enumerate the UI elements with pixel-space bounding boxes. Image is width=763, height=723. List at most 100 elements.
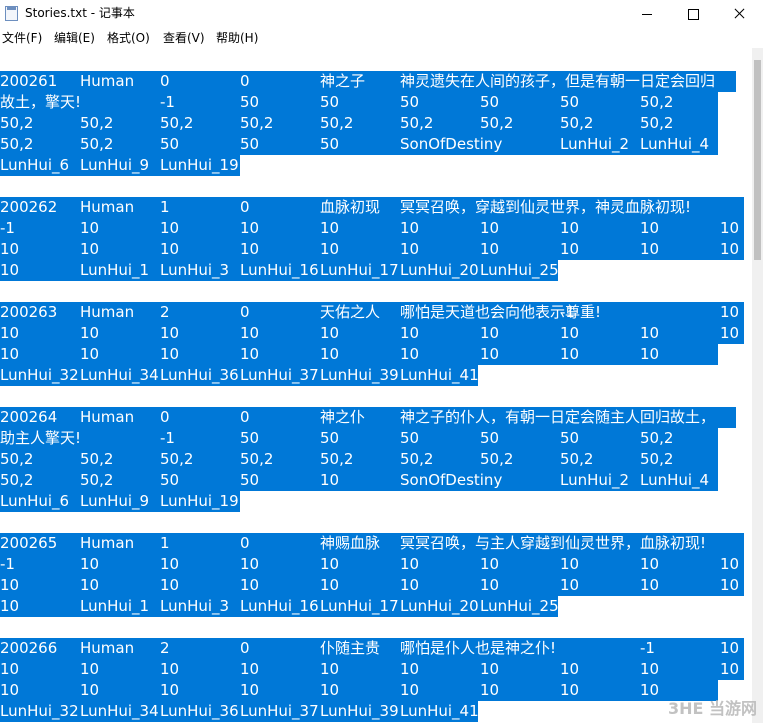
text-cell: 0 — [240, 639, 250, 657]
text-cell: 200261 — [0, 72, 58, 90]
text-cell: LunHui_32 — [0, 702, 79, 720]
text-cell: 10 — [80, 219, 100, 237]
text-cell: 10 — [480, 681, 500, 699]
title-bar[interactable]: Stories.txt - 记事本 — [0, 0, 763, 28]
text-cell: 10 — [400, 660, 420, 678]
text-cell: 50 — [400, 429, 420, 447]
text-cell: 10 — [320, 324, 340, 342]
text-cell: 哪怕是仆人也是神之仆! — [400, 639, 557, 657]
menu-format[interactable]: 格式(O) — [107, 31, 150, 45]
text-cell: 50 — [480, 429, 500, 447]
text-cell: 10 — [240, 576, 260, 594]
text-cell: LunHui_16 — [240, 261, 319, 279]
text-cell: 10 — [400, 345, 420, 363]
text-cell: 10 — [720, 219, 740, 237]
text-cell: 10 — [480, 576, 500, 594]
notepad-icon — [5, 6, 18, 21]
selected-line — [0, 344, 718, 365]
text-cell: 10 — [480, 240, 500, 258]
text-cell: 50,2 — [0, 135, 34, 153]
text-cell: 10 — [80, 681, 100, 699]
text-cell: -1 — [160, 93, 175, 111]
text-cell: Human — [80, 303, 135, 321]
text-cell: LunHui_20 — [400, 597, 479, 615]
text-cell: 10 — [640, 681, 660, 699]
text-cell: 10 — [0, 660, 20, 678]
text-cell: LunHui_20 — [400, 261, 479, 279]
vertical-scrollbar[interactable] — [752, 48, 763, 723]
text-cell: 50,2 — [560, 450, 594, 468]
text-cell: 1 — [160, 534, 170, 552]
close-button[interactable] — [716, 0, 762, 28]
text-cell: 10 — [240, 555, 260, 573]
text-cell: 10 — [480, 345, 500, 363]
text-cell: 0 — [160, 408, 170, 426]
text-editor[interactable]: 200261 Human 0 0 神之子 神灵遗失在人间的孩子，但是有朝一日定会回归 故土，… — [0, 48, 752, 723]
text-cell: 10 — [240, 219, 260, 237]
menu-edit[interactable]: 编辑(E) — [54, 31, 95, 45]
text-cell: 10 — [0, 681, 20, 699]
text-cell: 10 — [560, 576, 580, 594]
text-cell: Human — [80, 72, 135, 90]
text-cell: 10 — [0, 345, 20, 363]
watermark: 3HE 当游网 — [667, 699, 757, 718]
text-cell: LunHui_19 — [160, 156, 239, 174]
selected-line — [0, 239, 744, 260]
text-cell: 50 — [320, 93, 340, 111]
text-cell: 10 — [720, 576, 740, 594]
text-cell: LunHui_1 — [80, 597, 150, 615]
text-cell: 200265 — [0, 534, 58, 552]
menu-bar: 文件(F) 编辑(E) 格式(O) 查看(V) 帮助(H) — [0, 28, 763, 48]
scrollbar-thumb[interactable] — [754, 60, 761, 260]
text-cell: 10 — [720, 639, 740, 657]
selected-line — [0, 554, 744, 575]
text-cell: LunHui_25 — [480, 597, 559, 615]
text-cell: LunHui_39 — [320, 702, 399, 720]
text-cell: 10 — [80, 660, 100, 678]
text-cell: 50 — [560, 93, 580, 111]
minimize-button[interactable] — [624, 0, 670, 28]
text-cell: 0 — [240, 72, 250, 90]
text-cell: 10 — [320, 660, 340, 678]
text-cell: 50 — [480, 93, 500, 111]
menu-help[interactable]: 帮助(H) — [216, 31, 258, 45]
text-cell: LunHui_6 — [0, 156, 70, 174]
text-cell: 0 — [240, 408, 250, 426]
text-cell: -1 — [0, 555, 15, 573]
text-cell: 10 — [160, 324, 180, 342]
text-cell: 50 — [160, 135, 180, 153]
text-cell: 2 — [160, 639, 170, 657]
text-cell: 10 — [320, 576, 340, 594]
menu-file[interactable]: 文件(F) — [2, 31, 42, 45]
text-cell: 冥冥召唤，与主人穿越到仙灵世界，血脉初现! — [400, 534, 707, 552]
text-cell: LunHui_3 — [160, 597, 230, 615]
text-cell: 50 — [240, 429, 260, 447]
text-cell: 10 — [400, 324, 420, 342]
text-cell: 50,2 — [80, 114, 114, 132]
text-cell: 10 — [640, 576, 660, 594]
text-cell: 10 — [560, 240, 580, 258]
text-cell: 10 — [560, 345, 580, 363]
text-cell: 10 — [400, 219, 420, 237]
maximize-button[interactable] — [670, 0, 716, 28]
menu-view[interactable]: 查看(V) — [163, 31, 205, 45]
text-cell: LunHui_34 — [80, 702, 159, 720]
text-cell: LunHui_3 — [160, 261, 230, 279]
text-cell: 10 — [160, 345, 180, 363]
text-cell: LunHui_17 — [320, 261, 399, 279]
text-cell: 10 — [0, 324, 20, 342]
text-cell: 50,2 — [240, 114, 274, 132]
text-cell: 10 — [560, 555, 580, 573]
text-cell: 50,2 — [560, 114, 594, 132]
text-cell: 10 — [400, 576, 420, 594]
text-cell: 50,2 — [640, 93, 674, 111]
text-cell: 50 — [400, 93, 420, 111]
text-cell: 10 — [320, 681, 340, 699]
text-cell: LunHui_39 — [320, 366, 399, 384]
text-cell: 50,2 — [80, 450, 114, 468]
text-cell: 10 — [720, 660, 740, 678]
text-cell: LunHui_2 — [560, 135, 630, 153]
text-cell: 50,2 — [400, 450, 434, 468]
text-cell: 50 — [560, 429, 580, 447]
text-cell: LunHui_6 — [0, 492, 70, 510]
